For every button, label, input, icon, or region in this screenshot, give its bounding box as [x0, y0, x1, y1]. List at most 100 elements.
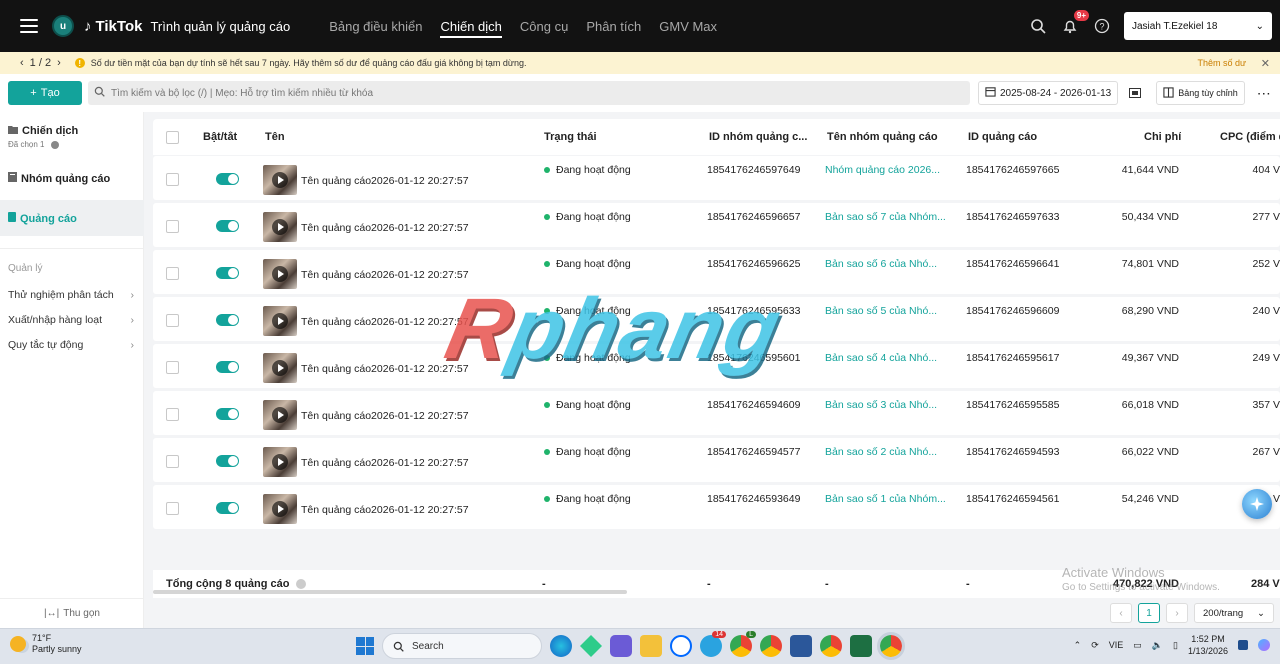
ad-thumbnail[interactable] [263, 400, 297, 430]
adgroup-name-link[interactable]: Bản sao số 3 của Nhó... [825, 399, 950, 411]
bell-icon[interactable]: 9+ [1060, 10, 1089, 36]
teams-icon[interactable] [610, 635, 632, 657]
taskbar-search[interactable]: Search [382, 633, 542, 659]
date-range-picker[interactable]: 2025-08-24 - 2026-01-13 [978, 81, 1119, 105]
row-toggle[interactable] [216, 502, 239, 514]
table-row[interactable]: Tên quảng cáo2026-01-12 20:27:57 Đang hoạ… [153, 344, 1280, 388]
copilot-icon[interactable] [1258, 639, 1270, 651]
ad-name-link[interactable]: Tên quảng cáo2026-01-12 20:27:57 [301, 410, 531, 422]
table-row[interactable]: Tên quảng cáo2026-01-12 20:27:57 Đang hoạ… [153, 250, 1280, 294]
clear-selection-icon[interactable] [50, 140, 59, 149]
chrome-icon[interactable] [760, 635, 782, 657]
avatar[interactable]: u [52, 15, 74, 37]
nav-analytics[interactable]: Phân tích [577, 0, 650, 52]
row-checkbox[interactable] [166, 408, 179, 421]
ad-name-link[interactable]: Tên quảng cáo2026-01-12 20:27:57 [301, 269, 531, 281]
chrome-active-icon[interactable] [877, 632, 905, 660]
chevron-right-icon[interactable]: › [57, 57, 61, 69]
col-name[interactable]: Tên [265, 131, 285, 143]
row-checkbox[interactable] [166, 361, 179, 374]
horizontal-scrollbar[interactable] [153, 590, 627, 594]
ad-name-link[interactable]: Tên quảng cáo2026-01-12 20:27:57 [301, 504, 531, 516]
volume-icon[interactable]: 🔈 [1152, 640, 1163, 651]
row-toggle[interactable] [216, 314, 239, 326]
col-adgroup-id[interactable]: ID nhóm quảng c... [709, 131, 809, 143]
next-page-button[interactable]: › [1166, 603, 1188, 623]
page-size-select[interactable]: 200/trang ⌄ [1194, 603, 1274, 623]
prev-page-button[interactable]: ‹ [1110, 603, 1132, 623]
row-checkbox[interactable] [166, 220, 179, 233]
compare-icon[interactable] [1126, 81, 1144, 105]
row-checkbox[interactable] [166, 502, 179, 515]
app-diamond-icon[interactable] [580, 635, 602, 657]
clock[interactable]: 1:52 PM 1/13/2026 [1188, 633, 1228, 657]
ad-name-link[interactable]: Tên quảng cáo2026-01-12 20:27:57 [301, 222, 531, 234]
file-explorer-icon[interactable] [640, 635, 662, 657]
ad-thumbnail[interactable] [263, 165, 297, 195]
ad-name-link[interactable]: Tên quảng cáo2026-01-12 20:27:57 [301, 316, 531, 328]
tiktok-logo[interactable]: ♪ TikTok Trình quản lý quảng cáo [84, 18, 290, 35]
sidebar-item-adgroup[interactable]: Nhóm quảng cáo [8, 172, 110, 185]
chrome-icon[interactable] [820, 635, 842, 657]
sidebar-link-bulk-import[interactable]: Xuất/nhập hàng loạt › [8, 314, 134, 326]
info-icon[interactable] [295, 579, 306, 590]
nav-gmv-max[interactable]: GMV Max [650, 0, 726, 52]
nav-campaign[interactable]: Chiến dịch [431, 0, 510, 52]
adgroup-name-link[interactable]: Bản sao số 4 của Nhó... [825, 352, 950, 364]
row-toggle[interactable] [216, 361, 239, 373]
col-status[interactable]: Trạng thái [544, 131, 597, 143]
chevron-up-icon[interactable]: ⌃ [1074, 640, 1082, 651]
nav-tools[interactable]: Công cụ [511, 0, 577, 52]
sidebar-link-auto-rules[interactable]: Quy tắc tự động › [8, 339, 134, 351]
more-icon[interactable]: ⋯ [1257, 85, 1271, 102]
ad-name-link[interactable]: Tên quảng cáo2026-01-12 20:27:57 [301, 457, 531, 469]
excel-icon[interactable] [850, 635, 872, 657]
table-row[interactable]: Tên quảng cáo2026-01-12 20:27:57 Đang hoạ… [153, 391, 1280, 435]
row-checkbox[interactable] [166, 267, 179, 280]
adgroup-name-link[interactable]: Bản sao số 1 của Nhóm... [825, 493, 950, 505]
ad-thumbnail[interactable] [263, 259, 297, 289]
col-ad-id[interactable]: ID quảng cáo [968, 131, 1037, 143]
assistant-star-icon[interactable] [1242, 489, 1272, 519]
adgroup-name-link[interactable]: Bản sao số 2 của Nhó... [825, 446, 950, 458]
zalo-icon[interactable] [670, 635, 692, 657]
row-toggle[interactable] [216, 267, 239, 279]
table-row[interactable]: Tên quảng cáo2026-01-12 20:27:57 Đang hoạ… [153, 156, 1280, 200]
language-indicator[interactable]: VIE [1109, 640, 1124, 650]
row-checkbox[interactable] [166, 173, 179, 186]
search-input[interactable]: Tìm kiếm và bộ lọc (/) | Mẹo: Hỗ trợ tìm… [88, 81, 970, 105]
adgroup-name-link[interactable]: Nhóm quảng cáo 2026... [825, 164, 950, 176]
sidebar-item-campaign[interactable]: Chiến dịch [8, 125, 78, 137]
page-number-button[interactable]: 1 [1138, 603, 1160, 623]
adgroup-name-link[interactable]: Bản sao số 6 của Nhó... [825, 258, 950, 270]
col-toggle[interactable]: Bật/tắt [203, 131, 237, 143]
table-row[interactable]: Tên quảng cáo2026-01-12 20:27:57 Đang hoạ… [153, 438, 1280, 482]
col-cost[interactable]: Chi phí [1144, 131, 1181, 143]
col-adgroup-name[interactable]: Tên nhóm quảng cáo [827, 131, 938, 143]
row-toggle[interactable] [216, 173, 239, 185]
network-icon[interactable]: ▭ [1133, 640, 1142, 651]
account-selector[interactable]: Jasiah T.Ezekiel 18 ⌄ [1124, 12, 1272, 40]
close-icon[interactable]: ✕ [1261, 57, 1270, 70]
table-row[interactable]: Tên quảng cáo2026-01-12 20:27:57 Đang hoạ… [153, 203, 1280, 247]
table-row[interactable]: Tên quảng cáo2026-01-12 20:27:57 Đang hoạ… [153, 297, 1280, 341]
ad-thumbnail[interactable] [263, 447, 297, 477]
weather-widget[interactable]: 71°F Partly sunny [10, 633, 82, 655]
collapse-sidebar-button[interactable]: |↔| Thu gọn [0, 598, 144, 628]
row-toggle[interactable] [216, 455, 239, 467]
ad-name-link[interactable]: Tên quảng cáo2026-01-12 20:27:57 [301, 175, 531, 187]
ad-thumbnail[interactable] [263, 353, 297, 383]
sidebar-item-ads[interactable]: Quảng cáo [8, 212, 77, 225]
row-checkbox[interactable] [166, 314, 179, 327]
create-button[interactable]: + Tạo [8, 81, 82, 105]
word-icon[interactable] [790, 635, 812, 657]
sidebar-link-split-test[interactable]: Thử nghiệm phân tách › [8, 289, 134, 301]
ad-name-link[interactable]: Tên quảng cáo2026-01-12 20:27:57 [301, 363, 531, 375]
notification-bell-icon[interactable] [1238, 640, 1248, 650]
help-icon[interactable]: ? [1092, 16, 1112, 36]
battery-icon[interactable]: ▯ [1173, 640, 1178, 651]
ad-thumbnail[interactable] [263, 212, 297, 242]
search-icon[interactable] [1028, 16, 1048, 36]
col-cpc[interactable]: CPC (điểm đ [1220, 131, 1280, 143]
adgroup-name-link[interactable]: Bản sao số 5 của Nhó... [825, 305, 950, 317]
